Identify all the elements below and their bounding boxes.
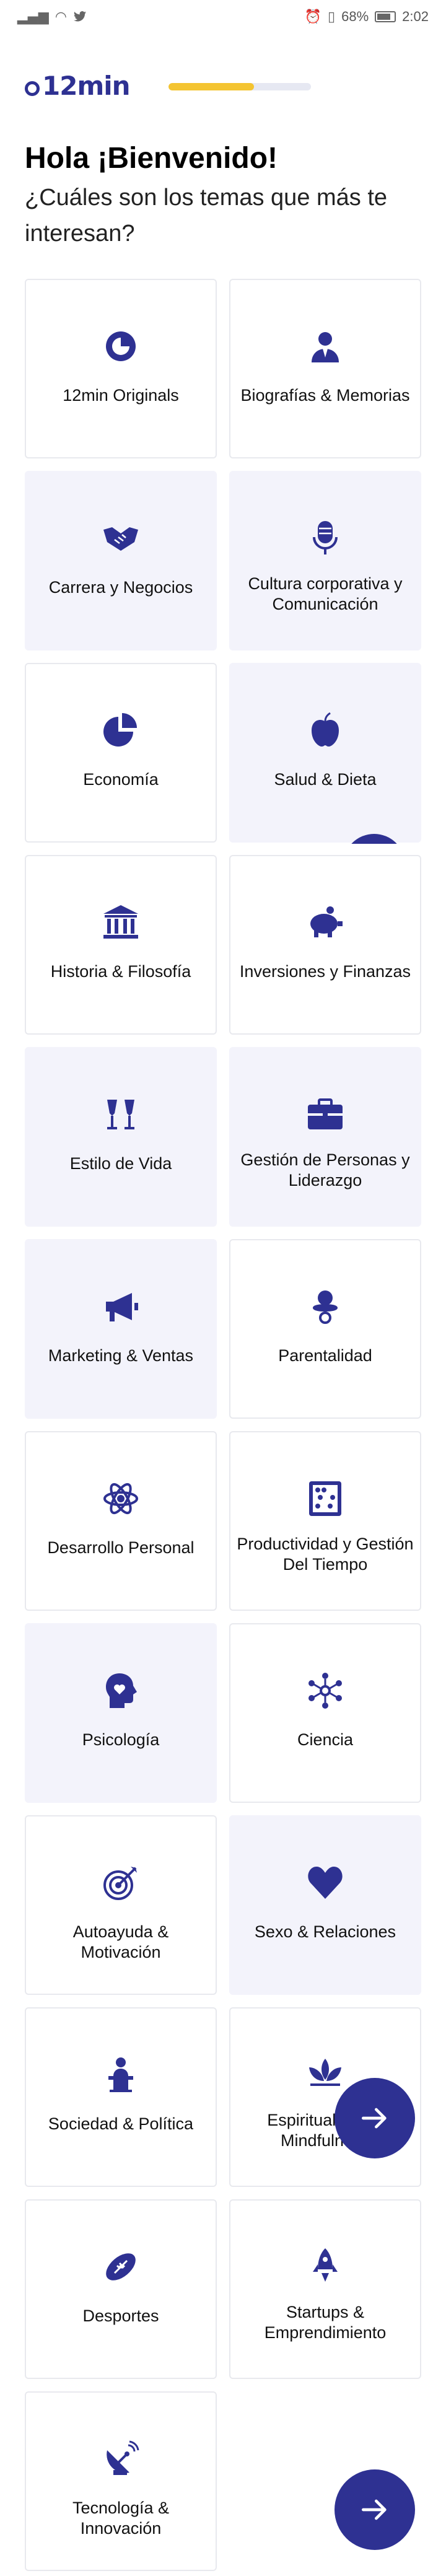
topic-label: Economía — [83, 770, 159, 789]
logo-text: 12min — [42, 70, 131, 101]
topic-label: Carrera y Negocios — [48, 578, 193, 597]
logo-mark-icon — [25, 81, 40, 96]
status-right: ⏰ ▯ 68% 2:02 — [305, 9, 429, 25]
twitter-icon — [73, 11, 87, 22]
apple-icon — [304, 709, 347, 752]
topic-card-12[interactable]: Parentalidad — [229, 1239, 421, 1419]
molecule-icon — [304, 1669, 347, 1712]
head-heart-icon — [99, 1669, 142, 1712]
topic-card-14[interactable]: Productividad y Gestión Del Tiempo — [229, 1431, 421, 1611]
arrow-right-icon — [362, 2499, 387, 2520]
topic-label: Ciencia — [297, 1730, 354, 1749]
champagne-glasses-icon — [99, 1093, 142, 1136]
briefcase-icon — [304, 1093, 347, 1136]
topic-label: Historia & Filosofía — [50, 962, 191, 981]
next-button-bottom[interactable] — [334, 2469, 415, 2550]
topic-card-2[interactable]: Biografías & Memorias — [229, 279, 421, 458]
status-time: 2:02 — [402, 9, 429, 24]
topic-label: Gestión de Personas y Liderazgo — [240, 1150, 410, 1189]
page-subtitle: ¿Cuáles son los temas que más te interes… — [25, 185, 388, 247]
battery-percent: 68% — [341, 9, 369, 24]
heart-icon — [304, 1861, 347, 1904]
vibrate-icon: ▯ — [328, 9, 336, 25]
atom-icon — [99, 1477, 142, 1520]
football-icon — [99, 2245, 142, 2289]
app-logo: 12min — [25, 70, 131, 101]
person-bust-icon — [304, 325, 347, 368]
topic-label: Productividad y Gestión Del Tiempo — [237, 1535, 414, 1574]
topic-label: 12min Originals — [63, 386, 179, 405]
topic-card-10[interactable]: Gestión de Personas y Liderazgo — [229, 1047, 421, 1227]
12min-logo-icon — [99, 325, 142, 368]
topic-label: Marketing & Ventas — [48, 1346, 194, 1365]
topic-card-3[interactable]: Carrera y Negocios — [25, 471, 217, 651]
topic-label: Biografías & Memorias — [240, 386, 410, 405]
topic-label: Estilo de Vida — [69, 1154, 172, 1173]
topic-card-4[interactable]: Cultura corporativa y Comunicación — [229, 471, 421, 651]
topic-card-23[interactable]: Tecnología & Innovación — [25, 2391, 217, 2571]
topic-card-6[interactable]: Salud & Dieta — [229, 663, 421, 843]
topic-label: Desportes — [82, 2307, 159, 2325]
topic-card-18[interactable]: Sexo & Relaciones — [229, 1815, 421, 1995]
rocket-icon — [304, 2245, 347, 2289]
topic-card-16[interactable]: Ciencia — [229, 1623, 421, 1803]
topic-card-11[interactable]: Marketing & Ventas — [25, 1239, 217, 1419]
handshake-icon — [99, 517, 142, 560]
onboarding-header: 12min — [25, 69, 421, 102]
topic-card-19[interactable]: Sociedad & Política — [25, 2007, 217, 2187]
topic-card-9[interactable]: Estilo de Vida — [25, 1047, 217, 1227]
topic-card-17[interactable]: Autoayuda & Motivación — [25, 1815, 217, 1995]
topic-card-13[interactable]: Desarrollo Personal — [25, 1431, 217, 1611]
topic-card-5[interactable]: Economía — [25, 663, 217, 843]
megaphone-icon — [99, 1285, 142, 1328]
topic-card-21[interactable]: Desportes — [25, 2199, 217, 2379]
topic-card-7[interactable]: Historia & Filosofía — [25, 855, 217, 1035]
topic-card-8[interactable]: Inversiones y Finanzas — [229, 855, 421, 1035]
topic-label: Startups & Emprendimiento — [264, 2303, 387, 2342]
topic-label: Sociedad & Política — [48, 2114, 194, 2133]
topic-label: Desarrollo Personal — [47, 1538, 195, 1557]
topic-label: Parentalidad — [278, 1346, 372, 1365]
podium-speaker-icon — [99, 2053, 142, 2096]
topic-label: Psicología — [82, 1730, 160, 1749]
status-left: ▂▄▆ ◠ — [17, 9, 87, 25]
lotus-icon — [304, 2053, 347, 2096]
status-bar: ▂▄▆ ◠ ⏰ ▯ 68% 2:02 — [0, 0, 446, 33]
topic-label: Cultura corporativa y Comunicación — [248, 574, 403, 613]
topic-card-22[interactable]: Startups & Emprendimiento — [229, 2199, 421, 2379]
topic-card-1[interactable]: 12min Originals — [25, 279, 217, 458]
pie-chart-icon — [99, 709, 142, 752]
wifi-icon: ◠ — [55, 9, 67, 25]
topic-label: Sexo & Relaciones — [254, 1922, 396, 1941]
abacus-icon — [304, 1477, 347, 1520]
piggy-bank-icon — [304, 901, 347, 944]
alarm-icon: ⏰ — [304, 9, 322, 25]
arrow-right-icon — [362, 2108, 387, 2129]
next-button[interactable] — [334, 2078, 415, 2158]
topic-label: Tecnología & Innovación — [72, 2499, 170, 2538]
topic-label: Salud & Dieta — [274, 770, 377, 789]
topic-label: Inversiones y Finanzas — [239, 962, 411, 981]
topic-card-15[interactable]: Psicología — [25, 1623, 217, 1803]
hidden-next-button-peek — [343, 834, 405, 844]
pacifier-icon — [304, 1285, 347, 1328]
onboarding-progress-bar — [168, 83, 311, 90]
battery-icon — [375, 11, 396, 22]
microphone-icon — [304, 517, 347, 560]
progress-fill — [168, 83, 254, 90]
page-title: Hola ¡Bienvenido! — [25, 142, 278, 175]
satellite-dish-icon — [99, 2437, 142, 2481]
signal-icon: ▂▄▆ — [17, 9, 49, 25]
museum-icon — [99, 901, 142, 944]
topic-label: Autoayuda & Motivación — [72, 1922, 169, 1961]
target-icon — [99, 1861, 142, 1904]
